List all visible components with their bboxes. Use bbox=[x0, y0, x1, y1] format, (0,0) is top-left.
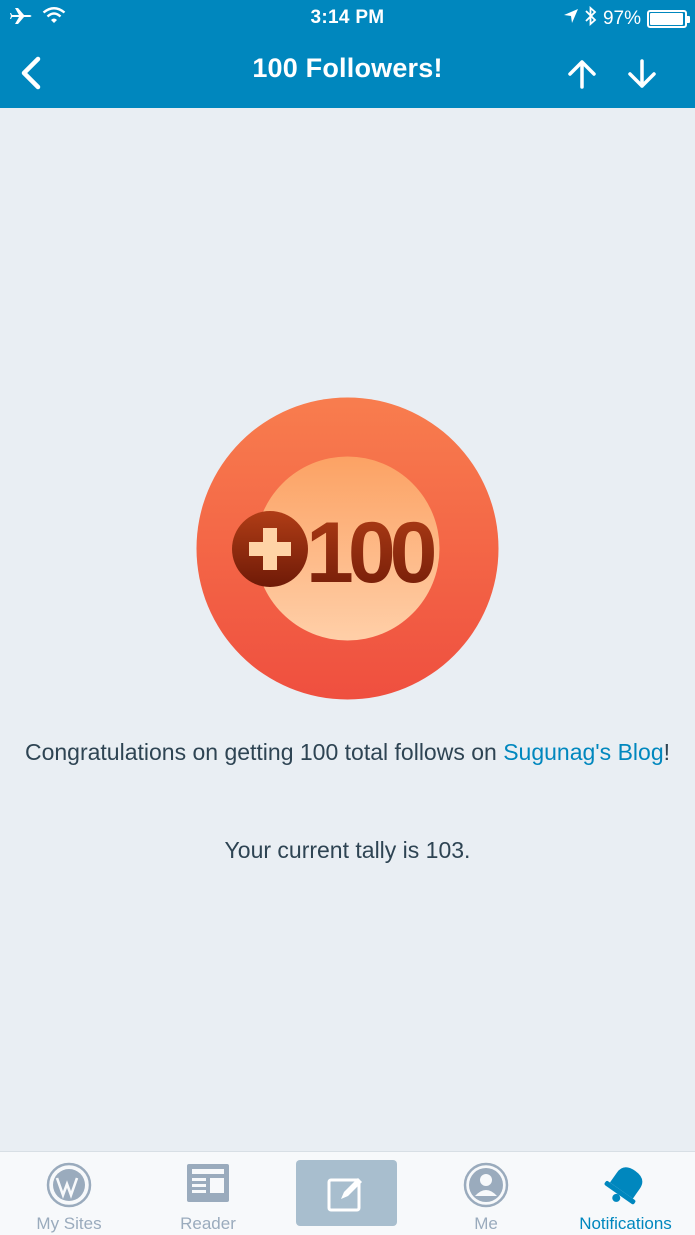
user-icon bbox=[463, 1162, 509, 1208]
tab-bar: My Sites Reader Me Notifications bbox=[0, 1151, 695, 1235]
tab-me[interactable]: Me bbox=[416, 1152, 556, 1235]
bluetooth-icon bbox=[585, 5, 597, 32]
badge-text: 100 bbox=[306, 505, 435, 601]
tab-label: Me bbox=[474, 1214, 498, 1233]
blog-link[interactable]: Sugunag's Blog bbox=[503, 739, 663, 765]
tally-text: Your current tally is 103. bbox=[224, 837, 471, 863]
congratulations-message: Congratulations on getting 100 total fol… bbox=[20, 735, 675, 769]
battery-percent: 97% bbox=[602, 8, 641, 29]
status-bar: 3:14 PM 97% bbox=[0, 0, 695, 36]
top-bar: 3:14 PM 97% 100 Followers! bbox=[0, 0, 695, 108]
arrow-down-icon bbox=[628, 59, 656, 88]
achievement-badge: 100 bbox=[196, 397, 499, 700]
message-prefix: Congratulations on getting 100 total fol… bbox=[24, 739, 504, 765]
tab-reader[interactable]: Reader bbox=[138, 1152, 278, 1235]
navigation-bar: 100 Followers! bbox=[0, 36, 695, 108]
tab-my-sites[interactable]: My Sites bbox=[0, 1152, 138, 1235]
previous-button[interactable] bbox=[562, 54, 602, 94]
battery-icon bbox=[647, 10, 690, 28]
message-suffix: ! bbox=[663, 739, 670, 765]
battery-level bbox=[650, 13, 683, 25]
compose-button[interactable] bbox=[296, 1160, 397, 1226]
compose-icon bbox=[327, 1178, 362, 1212]
plus-circle-icon bbox=[232, 511, 308, 587]
bell-icon bbox=[604, 1167, 642, 1205]
arrow-up-icon bbox=[568, 60, 596, 89]
tab-label: Reader bbox=[180, 1214, 236, 1233]
tab-label: My Sites bbox=[36, 1214, 102, 1233]
location-arrow-icon bbox=[563, 8, 579, 30]
tab-notifications[interactable]: Notifications bbox=[556, 1152, 695, 1235]
tab-label: Notifications bbox=[579, 1214, 672, 1233]
reader-icon bbox=[187, 1164, 229, 1202]
status-right: 97% bbox=[563, 5, 690, 32]
next-button[interactable] bbox=[622, 54, 662, 94]
wordpress-icon bbox=[46, 1162, 92, 1208]
